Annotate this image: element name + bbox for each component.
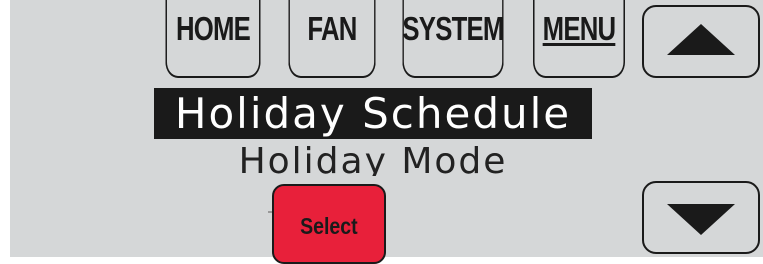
select-button[interactable]: Select (272, 184, 386, 264)
system-button-label: SYSTEM (402, 10, 504, 47)
menu-button-label: MENU (542, 10, 616, 47)
home-button-label: HOME (175, 10, 251, 47)
fan-button[interactable]: FAN (288, 0, 376, 78)
system-button[interactable]: SYSTEM (402, 0, 504, 78)
menu-button[interactable]: MENU (532, 0, 626, 78)
triangle-down-icon (667, 204, 735, 235)
next-menu-item-label: Holiday Mode (238, 141, 508, 177)
home-button[interactable]: HOME (165, 0, 261, 78)
thermostat-screen: HOME FAN SYSTEM MENU Holiday Schedule Ho… (10, 0, 763, 264)
selected-menu-item[interactable]: Holiday Schedule (154, 88, 592, 139)
selected-menu-item-label: Holiday Schedule (174, 89, 572, 138)
select-button-label: Select (300, 213, 358, 239)
fan-button-label: FAN (307, 10, 357, 47)
scroll-down-button[interactable] (642, 181, 760, 254)
scroll-up-button[interactable] (642, 5, 760, 78)
next-menu-item[interactable]: Holiday Mode (154, 140, 592, 177)
triangle-up-icon (667, 24, 735, 55)
